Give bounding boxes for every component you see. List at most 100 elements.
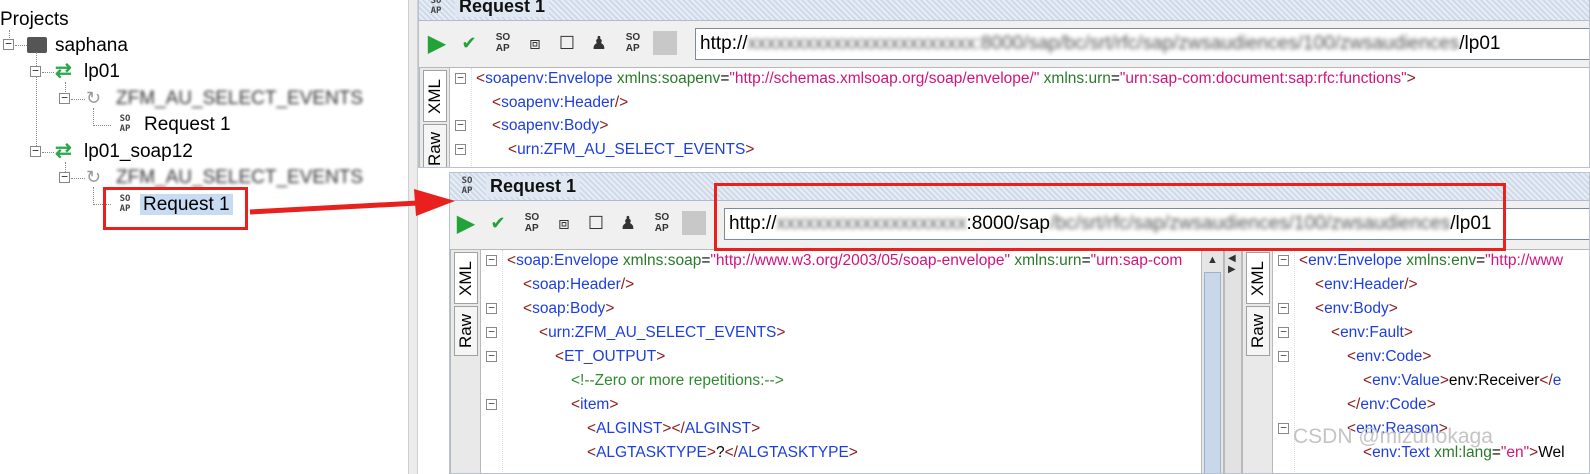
code-token: < [587, 444, 597, 461]
code-token: > [609, 396, 619, 413]
soap-icon[interactable]: SO AP [650, 211, 674, 235]
tab-raw[interactable]: Raw [1246, 306, 1270, 356]
scrollbar-thumb[interactable] [1204, 272, 1221, 473]
code-line[interactable]: <env:Code> [1347, 346, 1431, 368]
code-token: < [508, 140, 518, 158]
code-token: xmlns:soapenv [612, 70, 721, 87]
stop-icon[interactable]: ☐ [584, 211, 608, 235]
code-line[interactable]: <soapenv:Body> [492, 115, 608, 137]
code-token: > [1403, 324, 1413, 341]
code-token: Wel [1538, 444, 1565, 461]
fold-toggle[interactable]: − [1278, 422, 1289, 434]
maximize-icon[interactable]: ⧈ [552, 211, 576, 235]
fold-toggle[interactable]: − [486, 350, 497, 362]
fold-toggle[interactable]: − [1278, 302, 1289, 314]
code-token: < [571, 396, 581, 413]
collapse-toggle[interactable]: − [3, 38, 14, 50]
code-line[interactable]: <ALGINST></ALGINST> [587, 418, 760, 440]
code-line[interactable]: <urn:ZFM_AU_SELECT_EVENTS> [539, 322, 785, 344]
stop-icon[interactable]: ☐ [555, 31, 579, 55]
code-line[interactable]: <soap:Body> [523, 298, 614, 320]
collapse-toggle[interactable]: − [59, 92, 70, 104]
xml-code-area[interactable]: − <soapenv:Envelope xmlns:soapenv="http:/… [450, 68, 1589, 167]
tab-raw[interactable]: Raw [423, 124, 447, 167]
collapse-toggle[interactable]: − [30, 145, 41, 157]
code-line[interactable]: </env:Code> [1347, 394, 1436, 416]
tree-request-1[interactable]: Request 1 [144, 113, 231, 137]
code-token: </ [1347, 396, 1361, 413]
soap-settings-icon[interactable]: SO AP [491, 31, 515, 55]
run-icon[interactable]: ▶ [454, 210, 478, 237]
code-token: < [1315, 300, 1325, 317]
request-window-back[interactable]: SO AP Request 1 ▶ ✔ SO AP ⧈ ☐ ♟ SO AP http:… [418, 0, 1590, 168]
tree-root-projects[interactable]: Projects [0, 8, 69, 32]
xml-code-area[interactable]: − <soap:Envelope xmlns:soap="http://www.w… [481, 250, 1199, 473]
code-token: > [599, 117, 609, 134]
code-token: soap:Header [532, 276, 621, 293]
code-token: = [1110, 70, 1120, 87]
fold-toggle[interactable]: − [486, 302, 497, 314]
fold-toggle[interactable]: − [486, 398, 497, 410]
disabled-square-icon [653, 31, 677, 55]
fold-toggle[interactable]: − [1278, 350, 1289, 362]
code-line[interactable]: <soapenv:Header/> [492, 92, 628, 114]
code-token: < [476, 70, 486, 87]
split-arrows-icon[interactable]: ◀ ▶ [1228, 253, 1236, 275]
code-line[interactable]: <env:Fault> [1331, 322, 1413, 344]
split-pane-divider[interactable] [408, 0, 418, 474]
code-line[interactable]: <ET_OUTPUT> [555, 346, 665, 368]
code-token: soapenv:Envelope [485, 70, 613, 87]
collapse-toggle[interactable]: − [30, 65, 41, 77]
code-token: </ [1539, 372, 1553, 389]
request-editor: XML Raw − <soapenv:Envelope xmlns:soapenv… [419, 67, 1589, 167]
code-line[interactable]: <soap:Envelope xmlns:soap = "http://www.w3… [507, 250, 1182, 272]
code-line[interactable]: <ALGTASKTYPE>?</ALGTASKTYPE> [587, 442, 858, 464]
tab-xml[interactable]: XML [1246, 252, 1270, 304]
fold-toggle[interactable]: − [455, 72, 466, 84]
tree-interface-lp01-soap12[interactable]: lp01_soap12 [84, 140, 193, 164]
scroll-up-icon[interactable]: ▲ [1202, 250, 1223, 270]
collapse-toggle[interactable]: − [59, 171, 70, 183]
tree-project-saphana[interactable]: saphana [27, 34, 128, 58]
fold-toggle[interactable]: − [455, 119, 466, 131]
code-line[interactable]: <env:Value>env:Receiver</e [1363, 370, 1561, 392]
fold-toggle[interactable]: − [486, 326, 497, 338]
vertical-scrollbar[interactable]: ▲ [1201, 250, 1223, 473]
code-line[interactable]: <urn:ZFM_AU_SELECT_EVENTS> [508, 139, 754, 161]
code-line[interactable]: <!--Zero or more repetitions:--> [571, 370, 784, 392]
fold-toggle[interactable]: − [1278, 254, 1289, 266]
user-icon[interactable]: ♟ [616, 211, 640, 235]
window-titlebar[interactable]: SO AP Request 1 [419, 0, 1589, 21]
user-icon[interactable]: ♟ [587, 31, 611, 55]
fold-toggle[interactable]: − [455, 143, 466, 155]
fold-toggle[interactable]: − [486, 254, 497, 266]
tree-operation[interactable]: ZFM_AU_SELECT_EVENTS [116, 87, 363, 111]
code-token: env:Code [1356, 348, 1423, 365]
code-token: "http://www [1485, 252, 1564, 269]
code-line[interactable]: <soap:Header/> [523, 274, 634, 296]
maximize-icon[interactable]: ⧈ [523, 31, 547, 55]
run-icon[interactable]: ▶ [425, 30, 449, 57]
tab-xml[interactable]: XML [454, 252, 478, 304]
code-token: "urn:sap-com:document:sap:rfc:functions" [1119, 70, 1407, 87]
tab-raw[interactable]: Raw [454, 306, 478, 356]
endpoint-url-field[interactable]: http://xxxxxxxxxxxxxxxxxxxxxxxx:8000/sap… [695, 28, 1589, 60]
soap-settings-icon[interactable]: SO AP [520, 211, 544, 235]
tab-xml[interactable]: XML [423, 70, 447, 122]
code-line[interactable]: <soapenv:Envelope xmlns:soapenv = "http://… [476, 68, 1416, 90]
code-line[interactable]: <item> [571, 394, 618, 416]
code-line[interactable]: <env:Envelope xmlns:env="http://www [1299, 250, 1563, 272]
split-pane-divider[interactable]: ◀ ▶ [1224, 249, 1242, 473]
submit-check-icon[interactable]: ✔ [457, 31, 481, 55]
code-line[interactable]: <env:Body> [1315, 298, 1398, 320]
code-token: > [1422, 348, 1432, 365]
fold-toggle[interactable]: − [1278, 326, 1289, 338]
code-line[interactable]: <env:Header/> [1315, 274, 1418, 296]
code-token: urn:ZFM_AU_SELECT_EVENTS [517, 140, 746, 158]
tree-interface-lp01[interactable]: lp01 [84, 60, 120, 84]
soap-icon[interactable]: SO AP [621, 31, 645, 55]
code-token: < [523, 276, 533, 293]
editor-view-tabs: XML Raw [451, 250, 481, 473]
submit-check-icon[interactable]: ✔ [486, 211, 510, 235]
code-token: > [1426, 396, 1436, 413]
